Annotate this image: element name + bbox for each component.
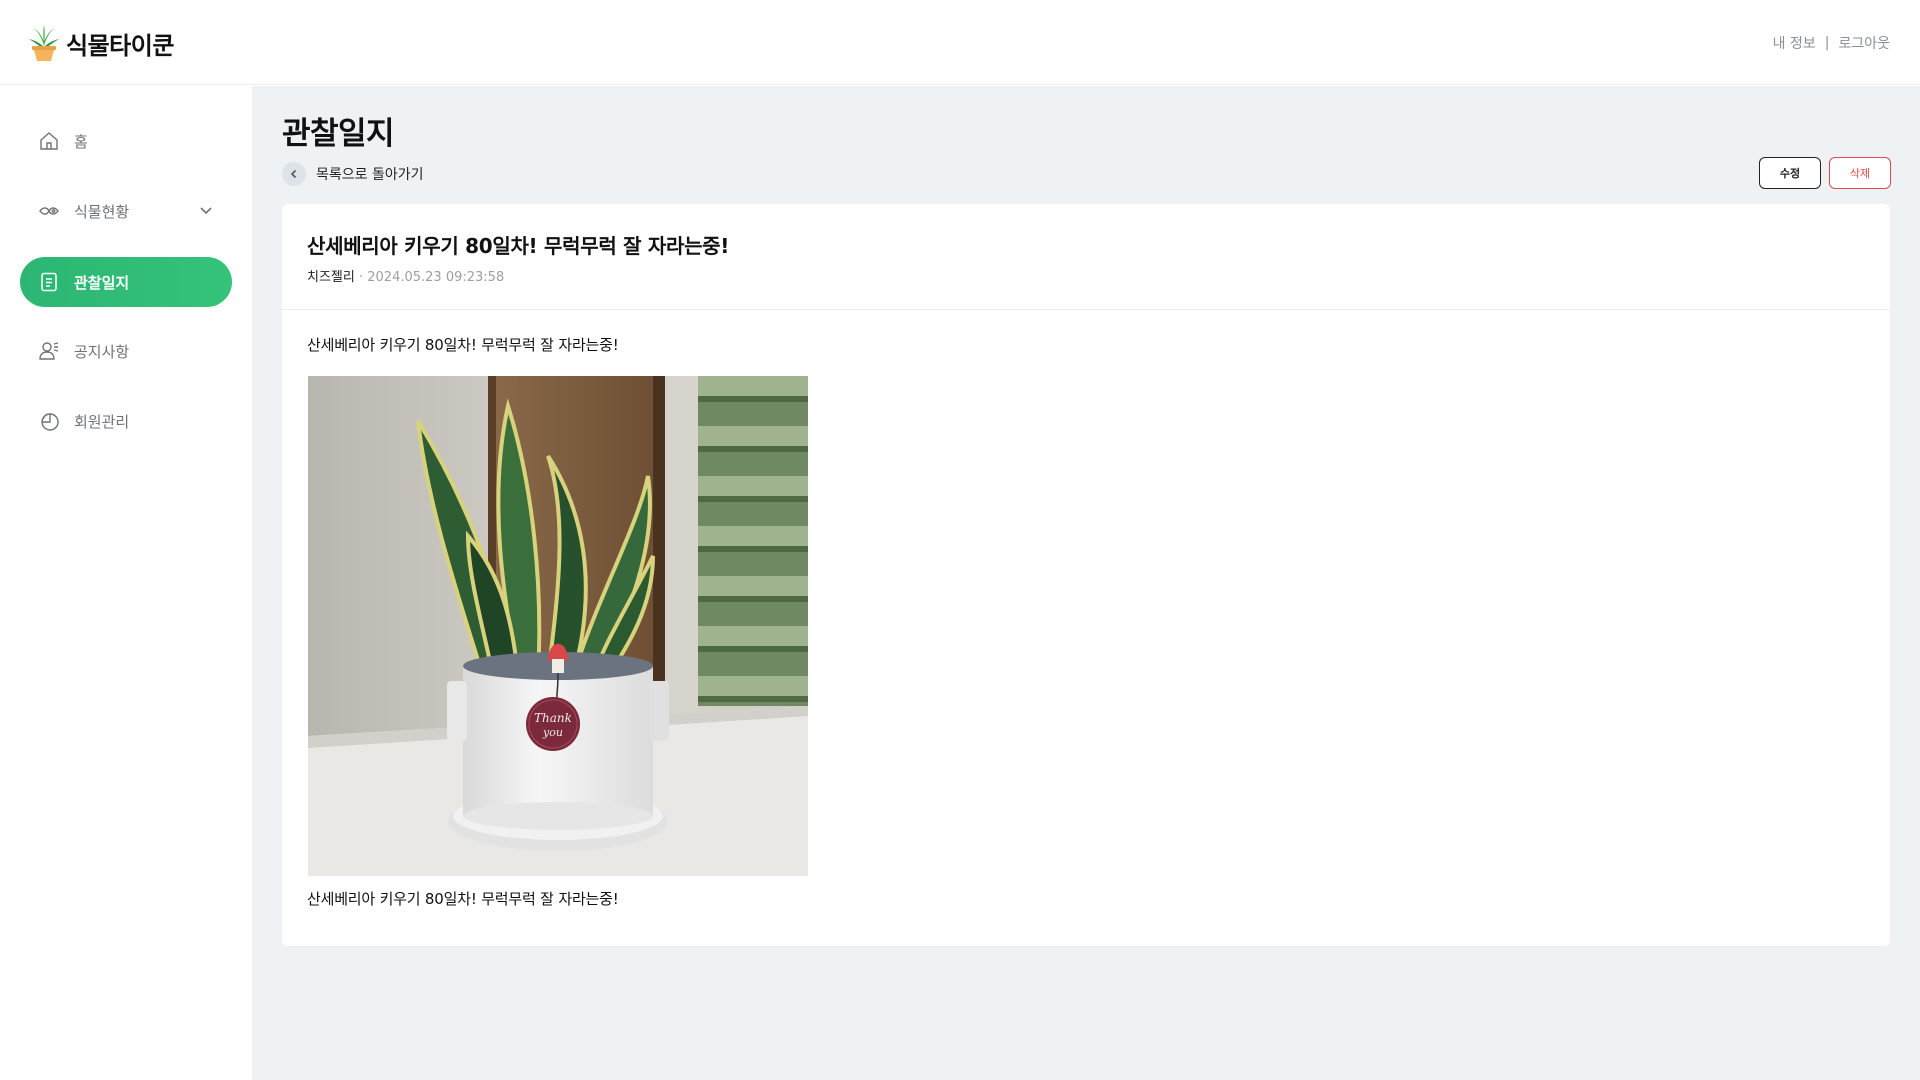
sidebar-item-label: 회원관리 [74, 412, 130, 431]
tag-text-line1: Thank [534, 711, 572, 725]
my-info-link[interactable]: 내 정보 [1773, 33, 1816, 53]
logo[interactable]: 식물타이쿤 [28, 24, 174, 62]
post-body-text-bottom: 산세베리아 키우기 80일차! 무럭무럭 잘 자라는중! [307, 890, 619, 908]
home-icon [38, 130, 60, 152]
edit-button[interactable]: 수정 [1759, 157, 1821, 189]
post-author: 치즈젤리 [307, 270, 355, 285]
header-links: 내 정보 | 로그아웃 [1773, 33, 1890, 53]
post-photo: Thank you [308, 376, 808, 876]
sansevieria-photo-image: Thank you [308, 376, 808, 876]
main-content: 관찰일지 목록으로 돌아가기 수정 삭제 산세베리아 키우기 80일차! 무럭무… [252, 86, 1920, 1080]
post-title: 산세베리아 키우기 80일차! 무럭무럭 잘 자라는중! [307, 234, 730, 258]
chevron-down-icon[interactable] [198, 202, 214, 218]
post-header: 산세베리아 키우기 80일차! 무럭무럭 잘 자라는중! 치즈젤리 · 2024… [282, 204, 1890, 310]
sidebar-item-home[interactable]: 홈 [20, 116, 232, 166]
tag-text-line2: you [542, 726, 563, 739]
post-card: 산세베리아 키우기 80일차! 무럭무럭 잘 자라는중! 치즈젤리 · 2024… [282, 204, 1890, 946]
post-meta: 치즈젤리 · 2024.05.23 09:23:58 [307, 266, 504, 285]
sidebar-item-members[interactable]: 회원관리 [20, 396, 232, 446]
potted-plant-logo-icon [29, 25, 59, 61]
back-label: 목록으로 돌아가기 [316, 167, 424, 183]
post-date: 2024.05.23 09:23:58 [367, 270, 505, 285]
sidebar-item-label: 관찰일지 [74, 273, 130, 292]
journal-icon [38, 271, 60, 293]
top-header: 식물타이쿤 내 정보 | 로그아웃 [0, 0, 1920, 85]
header-link-separator: | [1824, 35, 1830, 51]
delete-button[interactable]: 삭제 [1829, 157, 1891, 189]
sidebar-item-journal[interactable]: 관찰일지 [20, 257, 232, 307]
sidebar-item-plant-status[interactable]: 식물현황 [20, 186, 232, 236]
post-body-text-top: 산세베리아 키우기 80일차! 무럭무럭 잘 자라는중! [307, 336, 619, 354]
sidebar: 홈 식물현황 관찰일지 공지사항 회원관리 [0, 86, 252, 1080]
back-arrow-icon [282, 162, 306, 186]
notice-icon [38, 340, 60, 362]
plant-status-icon [38, 200, 60, 222]
sidebar-item-label: 홈 [74, 132, 88, 151]
logout-link[interactable]: 로그아웃 [1838, 33, 1890, 53]
sidebar-item-notice[interactable]: 공지사항 [20, 326, 232, 376]
logo-text: 식물타이쿤 [66, 31, 174, 60]
page-title: 관찰일지 [282, 116, 395, 152]
member-icon [38, 410, 60, 432]
back-to-list-link[interactable]: 목록으로 돌아가기 [282, 162, 424, 186]
sidebar-item-label: 식물현황 [74, 202, 130, 221]
post-meta-separator: · [358, 270, 364, 285]
sidebar-item-label: 공지사항 [74, 342, 130, 361]
